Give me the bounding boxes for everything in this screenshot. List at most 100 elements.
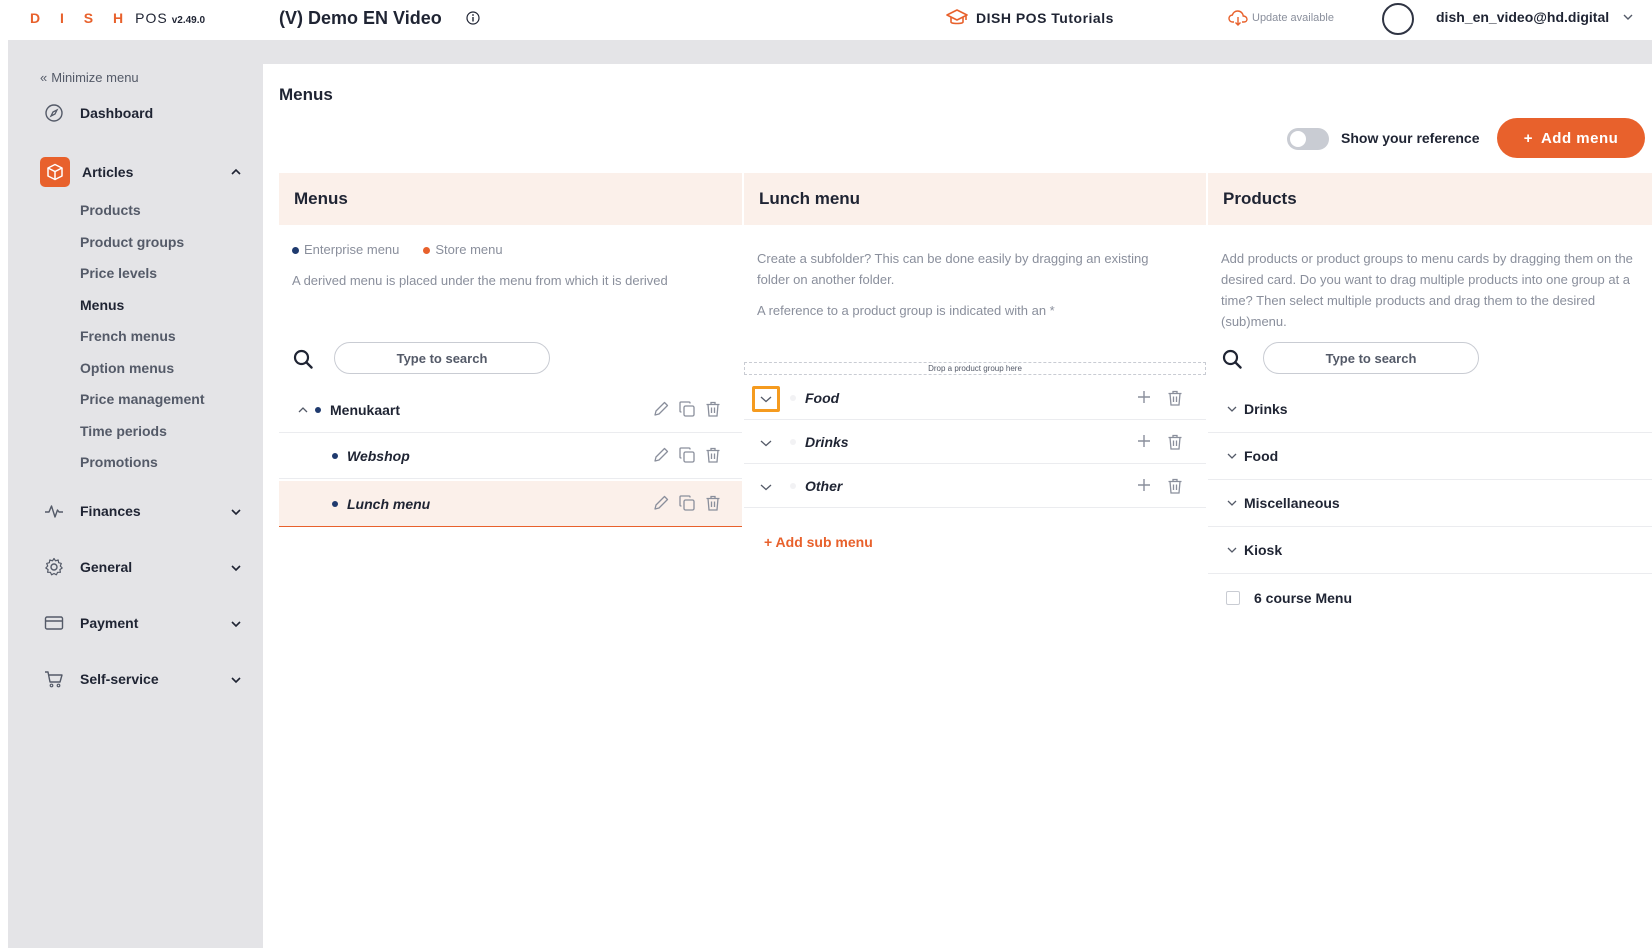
sidebar-item-general[interactable]: General xyxy=(40,553,132,581)
trash-icon[interactable] xyxy=(704,494,722,512)
lunch-menu-description: Create a subfolder? This can be done eas… xyxy=(757,251,1149,287)
sidebar-item-finances[interactable]: Finances xyxy=(40,497,141,525)
chevron-down-icon[interactable] xyxy=(230,507,242,517)
chevron-down-icon xyxy=(1227,547,1237,553)
products-column-title: Products xyxy=(1223,189,1297,208)
copy-icon[interactable] xyxy=(678,400,696,418)
product-group-food[interactable]: Food xyxy=(1208,433,1652,480)
info-icon[interactable] xyxy=(466,11,480,25)
chevron-up-icon[interactable] xyxy=(297,405,309,415)
sidebar-subitem-french-menus[interactable]: French menus xyxy=(80,328,176,344)
pencil-icon[interactable] xyxy=(652,494,670,512)
enterprise-dot-icon xyxy=(332,452,338,459)
add-menu-button[interactable]: + Add menu xyxy=(1497,118,1645,158)
menu-label: Webshop xyxy=(347,447,410,464)
sidebar-item-payment[interactable]: Payment xyxy=(40,609,138,637)
tutorials-link[interactable]: DISH POS Tutorials xyxy=(946,9,1114,27)
plus-icon[interactable] xyxy=(1136,389,1152,405)
expand-toggle[interactable] xyxy=(752,474,780,500)
chevron-down-icon[interactable] xyxy=(230,619,242,629)
drop-zone[interactable]: Drop a product group here xyxy=(744,362,1206,375)
enterprise-dot-icon xyxy=(315,406,321,413)
sidebar-item-self-service[interactable]: Self-service xyxy=(40,665,159,693)
chevron-down-icon[interactable] xyxy=(1622,12,1634,22)
expand-toggle[interactable] xyxy=(752,386,780,412)
sidebar-item-articles[interactable]: Articles xyxy=(40,157,133,187)
pencil-icon[interactable] xyxy=(652,446,670,464)
reference-hint: A reference to a product group is indica… xyxy=(757,303,1055,318)
update-available[interactable]: Update available xyxy=(1228,10,1334,26)
sub-menu-row-food[interactable]: Food xyxy=(744,377,1206,420)
page-title: Menus xyxy=(279,85,333,104)
legend-enterprise: Enterprise menu xyxy=(292,242,399,257)
avatar[interactable] xyxy=(1382,3,1414,35)
product-checkbox[interactable] xyxy=(1226,590,1240,605)
chevron-up-icon[interactable] xyxy=(230,167,242,177)
sidebar-item-dashboard[interactable]: Dashboard xyxy=(40,99,153,127)
menu-label: Lunch menu xyxy=(347,495,431,512)
sidebar-label-dashboard: Dashboard xyxy=(80,105,154,121)
copy-icon[interactable] xyxy=(678,446,696,464)
tutorials-label: DISH POS Tutorials xyxy=(976,10,1114,26)
product-item-6-course-menu[interactable]: 6 course Menu xyxy=(1208,574,1652,621)
minimize-menu-button[interactable]: « Minimize menu xyxy=(40,70,139,85)
chevron-down-icon xyxy=(1227,500,1237,506)
trash-icon[interactable] xyxy=(1166,477,1184,495)
sidebar-subitem-product-groups[interactable]: Product groups xyxy=(80,234,184,250)
toggle-knob xyxy=(1290,131,1306,147)
plus-icon[interactable] xyxy=(1136,477,1152,493)
sidebar-subitem-price-management[interactable]: Price management xyxy=(80,391,205,407)
sidebar-subitem-menus[interactable]: Menus xyxy=(80,297,124,313)
chevron-down-icon xyxy=(1227,453,1237,459)
trash-icon[interactable] xyxy=(1166,389,1184,407)
dish-pos-logo[interactable]: D I S H POS v2.49.0 xyxy=(30,10,205,26)
product-group-miscellaneous[interactable]: Miscellaneous xyxy=(1208,480,1652,527)
legend-enterprise-label: Enterprise menu xyxy=(304,242,400,257)
product-group-kiosk[interactable]: Kiosk xyxy=(1208,527,1652,574)
show-reference-toggle[interactable] xyxy=(1287,128,1329,150)
chevron-down-icon[interactable] xyxy=(230,563,242,573)
sidebar-subitem-price-levels[interactable]: Price levels xyxy=(80,265,157,281)
menus-search-input[interactable] xyxy=(334,342,550,374)
double-chevron-left-icon: « xyxy=(40,70,48,85)
plus-icon[interactable] xyxy=(1136,433,1152,449)
sub-menu-row-drinks[interactable]: Drinks xyxy=(744,421,1206,464)
sidebar-subitem-products[interactable]: Products xyxy=(80,202,141,218)
user-email[interactable]: dish_en_video@hd.digital xyxy=(1436,9,1609,25)
menu-row-webshop[interactable]: Webshop xyxy=(279,433,742,479)
sidebar-subitem-option-menus[interactable]: Option menus xyxy=(80,360,174,376)
add-sub-menu-button[interactable]: + Add sub menu xyxy=(764,534,873,550)
row-actions xyxy=(1136,433,1184,451)
expand-toggle[interactable] xyxy=(752,430,780,456)
sidebar-subitem-time-periods[interactable]: Time periods xyxy=(80,423,167,439)
chevron-down-icon[interactable] xyxy=(230,675,242,685)
menu-row-menukaart[interactable]: Menukaart xyxy=(279,387,742,433)
row-actions xyxy=(652,494,722,512)
product-group-label: Drinks xyxy=(1244,401,1288,417)
faint-dot-icon xyxy=(790,395,796,401)
pencil-icon[interactable] xyxy=(652,400,670,418)
legend-store-label: Store menu xyxy=(435,242,503,257)
sub-menu-label: Other xyxy=(805,478,843,494)
menu-row-lunch-menu[interactable]: Lunch menu xyxy=(279,481,742,527)
trash-icon[interactable] xyxy=(704,446,722,464)
trash-icon[interactable] xyxy=(704,400,722,418)
legend-store: Store menu xyxy=(423,242,503,257)
sidebar-subitem-promotions[interactable]: Promotions xyxy=(80,454,158,470)
copy-icon[interactable] xyxy=(678,494,696,512)
sub-menu-row-other[interactable]: Other xyxy=(744,465,1206,508)
product-group-drinks[interactable]: Drinks xyxy=(1208,386,1652,433)
sub-menu-label: Food xyxy=(805,390,840,406)
faint-dot-icon xyxy=(790,439,796,445)
store-dot-icon xyxy=(423,247,431,255)
account-name[interactable]: (V) Demo EN Video xyxy=(279,8,442,29)
chevron-down-icon xyxy=(760,440,772,447)
top-bar: D I S H POS v2.49.0 (V) Demo EN Video DI… xyxy=(0,0,1652,38)
trash-icon[interactable] xyxy=(1166,433,1184,451)
credit-card-icon xyxy=(40,609,68,637)
enterprise-dot-icon xyxy=(292,247,299,255)
products-search-input[interactable] xyxy=(1263,342,1479,374)
product-group-label: Miscellaneous xyxy=(1244,495,1340,511)
product-label: 6 course Menu xyxy=(1254,589,1353,606)
logo-brand: D I S H xyxy=(30,10,132,26)
